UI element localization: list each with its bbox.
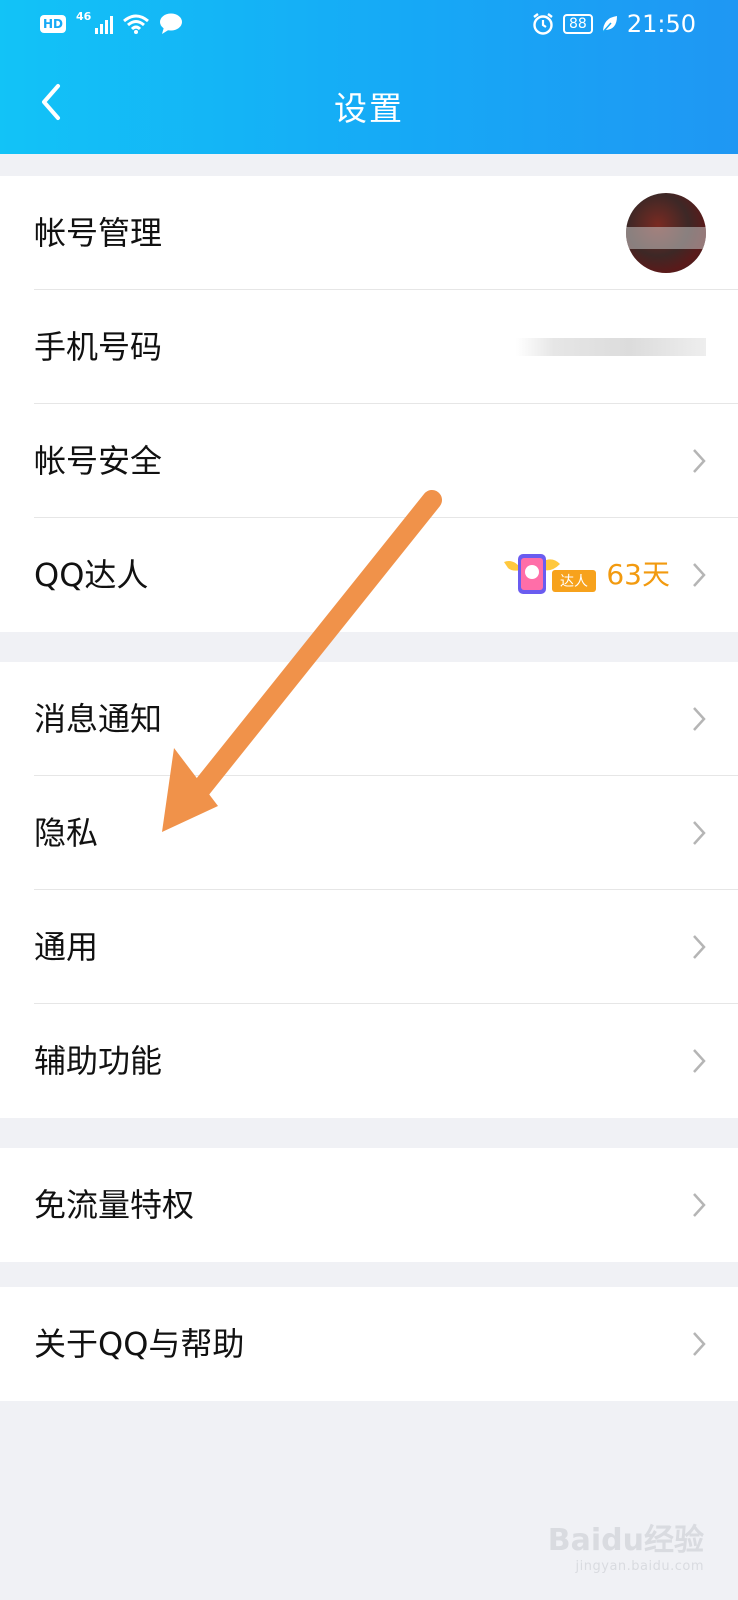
chevron-right-icon [693,563,706,587]
settings-group-general: 消息通知 隐私 通用 辅助功能 [0,662,738,1118]
settings-item-label: 手机号码 [34,328,163,366]
settings-item-notifications[interactable]: 消息通知 [0,662,738,776]
signal-icon [95,14,114,34]
status-right: 88 21:50 [531,10,696,38]
settings-item-account-management[interactable]: 帐号管理 [0,176,738,290]
badge-text: 达人 [560,574,588,590]
settings-item-label: 免流量特权 [34,1186,195,1224]
settings-item-general[interactable]: 通用 [0,890,738,1004]
settings-item-free-data-privilege[interactable]: 免流量特权 [0,1148,738,1262]
settings-item-label: 帐号管理 [34,214,163,252]
settings-item-phone-number[interactable]: 手机号码 [0,290,738,404]
title-bar: HD 46 88 21:50 设置 [0,0,738,154]
leaf-icon [602,16,617,33]
badge-days: 63天 [606,558,670,591]
settings-item-label: 隐私 [34,814,99,852]
chevron-right-icon [693,1193,706,1217]
chevron-right-icon [693,935,706,959]
settings-group-about: 关于QQ与帮助 [0,1287,738,1401]
settings-item-label: 关于QQ与帮助 [34,1325,245,1363]
watermark-sub: jingyan.baidu.com [575,1559,704,1574]
status-left: HD 46 [40,10,183,35]
settings-item-label: 通用 [34,928,99,966]
settings-item-label: QQ达人 [34,556,149,594]
wifi-icon [123,14,150,34]
watermark-main: Baidu经验 [547,1523,704,1558]
status-time: 21:50 [626,10,696,38]
chat-bubble-icon [160,13,183,34]
chevron-right-icon [693,707,706,731]
chevron-right-icon [693,449,706,473]
page-title: 设置 [334,89,404,128]
settings-item-privacy[interactable]: 隐私 [0,776,738,890]
qq-expert-badge-icon: 达人 [504,554,596,594]
settings-group-data: 免流量特权 [0,1148,738,1262]
network-type-label: 46 [76,10,92,23]
settings-group-account: 帐号管理 手机号码 帐号安全 QQ达人 达人 63天 [0,176,738,632]
battery-icon: 88 [563,14,593,34]
chevron-right-icon [693,1049,706,1073]
avatar [626,193,706,273]
settings-item-label: 帐号安全 [34,442,163,480]
hd-icon: HD [40,15,67,33]
settings-item-accessibility[interactable]: 辅助功能 [0,1004,738,1118]
settings-item-label: 消息通知 [34,700,163,738]
chevron-right-icon [693,821,706,845]
watermark-logo: Baidu经验 jingyan.baidu.com [548,1515,704,1574]
settings-item-qq-expert[interactable]: QQ达人 达人 63天 [0,518,738,632]
status-bar: HD 46 88 21:50 [0,0,738,52]
settings-item-account-security[interactable]: 帐号安全 [0,404,738,518]
alarm-icon [533,13,553,35]
blurred-phone-value [516,338,706,356]
chevron-right-icon [693,1332,706,1356]
settings-item-label: 辅助功能 [34,1042,163,1080]
settings-item-about-help[interactable]: 关于QQ与帮助 [0,1287,738,1401]
